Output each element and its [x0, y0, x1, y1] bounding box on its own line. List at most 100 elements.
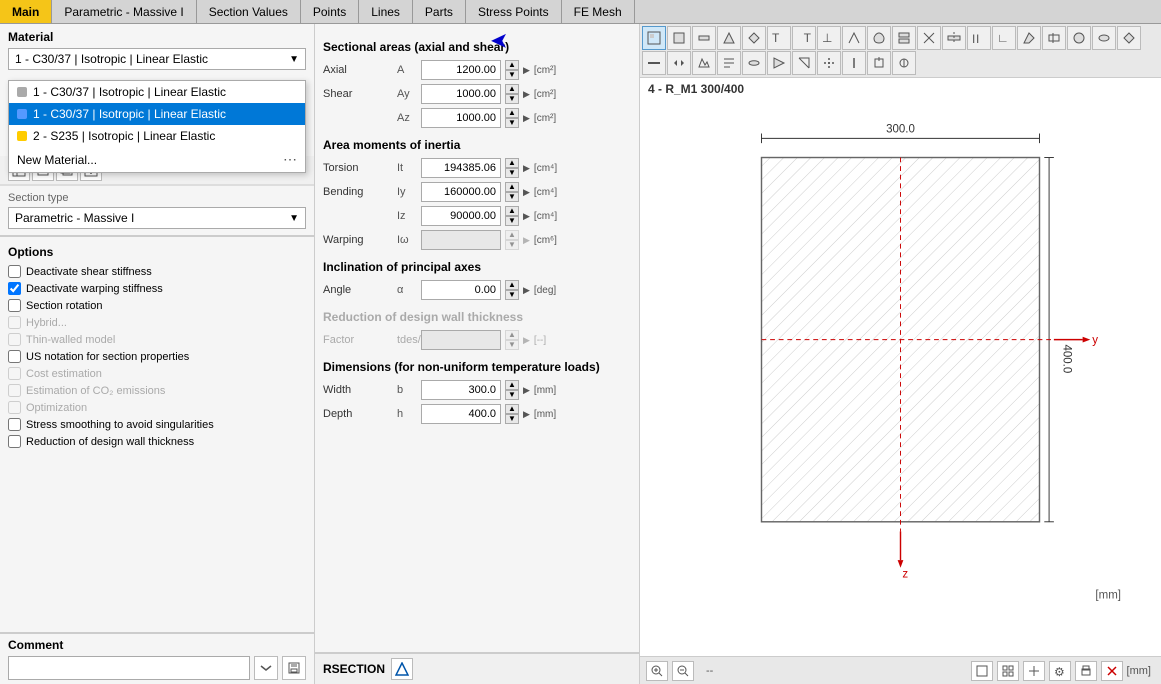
- tab-section-values[interactable]: Section Values: [197, 0, 301, 23]
- prop-input-az[interactable]: [421, 108, 501, 128]
- prop-input-angle[interactable]: [421, 280, 501, 300]
- checkbox-optimization[interactable]: [8, 401, 21, 414]
- bottom-btn-print[interactable]: [1075, 661, 1097, 681]
- stepper-down-depth[interactable]: ▼: [505, 414, 519, 424]
- tab-parts[interactable]: Parts: [413, 0, 466, 23]
- stepper-down-iy[interactable]: ▼: [505, 192, 519, 202]
- stepper-down-axial[interactable]: ▼: [505, 70, 519, 80]
- comment-expand-btn[interactable]: [254, 656, 278, 680]
- bottom-btn-render[interactable]: [971, 661, 993, 681]
- draw-btn-16[interactable]: [1042, 26, 1066, 50]
- prop-nav-depth[interactable]: ▶: [523, 409, 530, 420]
- draw-btn-30[interactable]: [892, 51, 916, 75]
- stepper-up-angle[interactable]: ▲: [505, 280, 519, 290]
- prop-nav-angle[interactable]: ▶: [523, 285, 530, 296]
- prop-input-width[interactable]: [421, 380, 501, 400]
- stepper-down-it[interactable]: ▼: [505, 168, 519, 178]
- bottom-btn-settings[interactable]: ⚙: [1049, 661, 1071, 681]
- draw-btn-26[interactable]: [792, 51, 816, 75]
- draw-btn-2[interactable]: [692, 26, 716, 50]
- draw-btn-18[interactable]: [1092, 26, 1116, 50]
- bottom-btn-zoom-out[interactable]: [672, 661, 694, 681]
- draw-btn-12[interactable]: [942, 26, 966, 50]
- prop-nav-iy[interactable]: ▶: [523, 187, 530, 198]
- prop-nav-it[interactable]: ▶: [523, 163, 530, 174]
- draw-btn-4[interactable]: [742, 26, 766, 50]
- draw-btn-22[interactable]: [692, 51, 716, 75]
- material-item-3[interactable]: New Material... ⋯: [9, 147, 305, 172]
- draw-btn-24[interactable]: [742, 51, 766, 75]
- bottom-btn-axes[interactable]: [1023, 661, 1045, 681]
- bottom-btn-zoom-in[interactable]: [646, 661, 668, 681]
- stepper-down-ay[interactable]: ▼: [505, 94, 519, 104]
- prop-nav-axial[interactable]: ▶: [523, 65, 530, 76]
- checkbox-section-rotation[interactable]: [8, 299, 21, 312]
- checkbox-us-notation[interactable]: [8, 350, 21, 363]
- prop-nav-ay[interactable]: ▶: [523, 89, 530, 100]
- checkbox-stress-smoothing[interactable]: [8, 418, 21, 431]
- prop-nav-az[interactable]: ▶: [523, 113, 530, 124]
- draw-btn-3[interactable]: [717, 26, 741, 50]
- stepper-up-width[interactable]: ▲: [505, 380, 519, 390]
- tab-fe-mesh[interactable]: FE Mesh: [562, 0, 635, 23]
- prop-nav-iz[interactable]: ▶: [523, 211, 530, 222]
- draw-btn-20[interactable]: [642, 51, 666, 75]
- draw-btn-27[interactable]: [817, 51, 841, 75]
- tab-points[interactable]: Points: [301, 0, 359, 23]
- prop-input-ay[interactable]: [421, 84, 501, 104]
- checkbox-reduction-wall[interactable]: [8, 435, 21, 448]
- material-dropdown[interactable]: 1 - C30/37 | Isotropic | Linear Elastic …: [8, 48, 306, 70]
- draw-btn-23[interactable]: [717, 51, 741, 75]
- bottom-btn-grid[interactable]: [997, 661, 1019, 681]
- stepper-down-angle[interactable]: ▼: [505, 290, 519, 300]
- tab-main[interactable]: Main: [0, 0, 52, 23]
- prop-input-axial[interactable]: [421, 60, 501, 80]
- draw-btn-11[interactable]: [917, 26, 941, 50]
- prop-input-iz[interactable]: [421, 206, 501, 226]
- material-item-1[interactable]: 1 - C30/37 | Isotropic | Linear Elastic: [9, 103, 305, 125]
- draw-btn-8[interactable]: [842, 26, 866, 50]
- stepper-down-iz[interactable]: ▼: [505, 216, 519, 226]
- stepper-up-iz[interactable]: ▲: [505, 206, 519, 216]
- stepper-up-depth[interactable]: ▲: [505, 404, 519, 414]
- section-type-dropdown[interactable]: Parametric - Massive I ▼: [8, 207, 306, 229]
- draw-btn-19[interactable]: [1117, 26, 1141, 50]
- comment-save-btn[interactable]: [282, 656, 306, 680]
- draw-btn-13[interactable]: ΙΙ: [967, 26, 991, 50]
- checkbox-deactivate-warping[interactable]: [8, 282, 21, 295]
- comment-input[interactable]: [8, 656, 250, 680]
- checkbox-co2-estimation[interactable]: [8, 384, 21, 397]
- draw-btn-7[interactable]: ⊥: [817, 26, 841, 50]
- draw-btn-14[interactable]: ∟: [992, 26, 1016, 50]
- material-item-2[interactable]: 2 - S235 | Isotropic | Linear Elastic: [9, 125, 305, 147]
- stepper-up-it[interactable]: ▲: [505, 158, 519, 168]
- tab-parametric-massive[interactable]: Parametric - Massive I: [52, 0, 196, 23]
- draw-btn-select[interactable]: [642, 26, 666, 50]
- draw-btn-21[interactable]: [667, 51, 691, 75]
- draw-btn-6[interactable]: T: [792, 26, 816, 50]
- draw-btn-25[interactable]: [767, 51, 791, 75]
- checkbox-cost-estimation[interactable]: [8, 367, 21, 380]
- bottom-btn-close[interactable]: [1101, 661, 1123, 681]
- rsection-icon-btn[interactable]: [391, 658, 413, 680]
- prop-input-depth[interactable]: [421, 404, 501, 424]
- draw-btn-5[interactable]: T: [767, 26, 791, 50]
- draw-btn-10[interactable]: [892, 26, 916, 50]
- checkbox-deactivate-shear[interactable]: [8, 265, 21, 278]
- stepper-up-ay[interactable]: ▲: [505, 84, 519, 94]
- draw-btn-17[interactable]: [1067, 26, 1091, 50]
- prop-nav-width[interactable]: ▶: [523, 385, 530, 396]
- draw-btn-29[interactable]: [867, 51, 891, 75]
- checkbox-hybrid[interactable]: [8, 316, 21, 329]
- tab-stress-points[interactable]: Stress Points: [466, 0, 562, 23]
- draw-btn-15[interactable]: [1017, 26, 1041, 50]
- tab-lines[interactable]: Lines: [359, 0, 413, 23]
- draw-btn-28[interactable]: [842, 51, 866, 75]
- material-item-0[interactable]: 1 - C30/37 | Isotropic | Linear Elastic: [9, 81, 305, 103]
- checkbox-thin-walled[interactable]: [8, 333, 21, 346]
- draw-btn-1[interactable]: [667, 26, 691, 50]
- draw-btn-9[interactable]: [867, 26, 891, 50]
- stepper-down-az[interactable]: ▼: [505, 118, 519, 128]
- prop-input-it[interactable]: [421, 158, 501, 178]
- stepper-up-axial[interactable]: ▲: [505, 60, 519, 70]
